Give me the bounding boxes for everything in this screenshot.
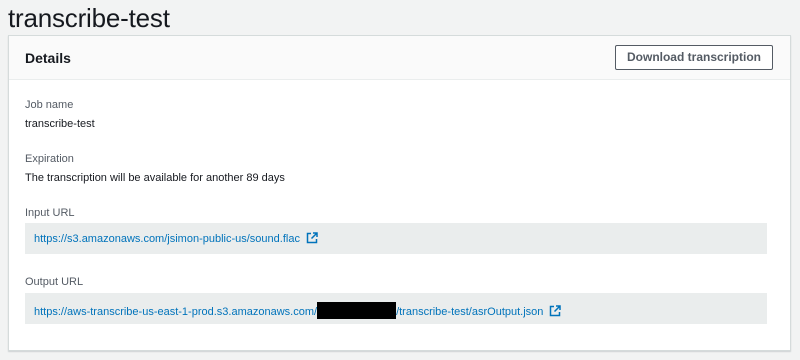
job-name-label: Job name <box>25 99 74 111</box>
external-link-icon[interactable] <box>549 305 562 317</box>
redacted-block <box>317 302 397 319</box>
expiration-value: The transcription will be available for … <box>25 172 285 184</box>
output-url-prefix: https://aws-transcribe-us-east-1-prod.s3… <box>34 306 318 318</box>
output-url-label: Output URL <box>25 276 84 288</box>
page-title: transcribe-test <box>8 3 170 33</box>
output-url-box: https://aws-transcribe-us-east-1-prod.s3… <box>25 293 767 324</box>
expiration-label: Expiration <box>25 153 74 165</box>
details-panel-title: Details <box>25 50 71 66</box>
job-name-value: transcribe-test <box>25 118 95 130</box>
output-url-suffix: /transcribe-test/asrOutput.json <box>396 306 544 318</box>
input-url-label: Input URL <box>25 207 75 219</box>
details-panel-header: Details Download transcription <box>9 36 790 80</box>
input-url-text: https://s3.amazonaws.com/jsimon-public-u… <box>34 233 300 245</box>
input-url-link[interactable]: https://s3.amazonaws.com/jsimon-public-u… <box>34 232 318 246</box>
download-transcription-button[interactable]: Download transcription <box>615 45 773 70</box>
external-link-icon[interactable] <box>306 232 318 244</box>
input-url-box: https://s3.amazonaws.com/jsimon-public-u… <box>25 223 767 254</box>
output-url-link[interactable]: https://aws-transcribe-us-east-1-prod.s3… <box>34 302 562 319</box>
details-panel: Details Download transcription Job name … <box>8 35 791 351</box>
